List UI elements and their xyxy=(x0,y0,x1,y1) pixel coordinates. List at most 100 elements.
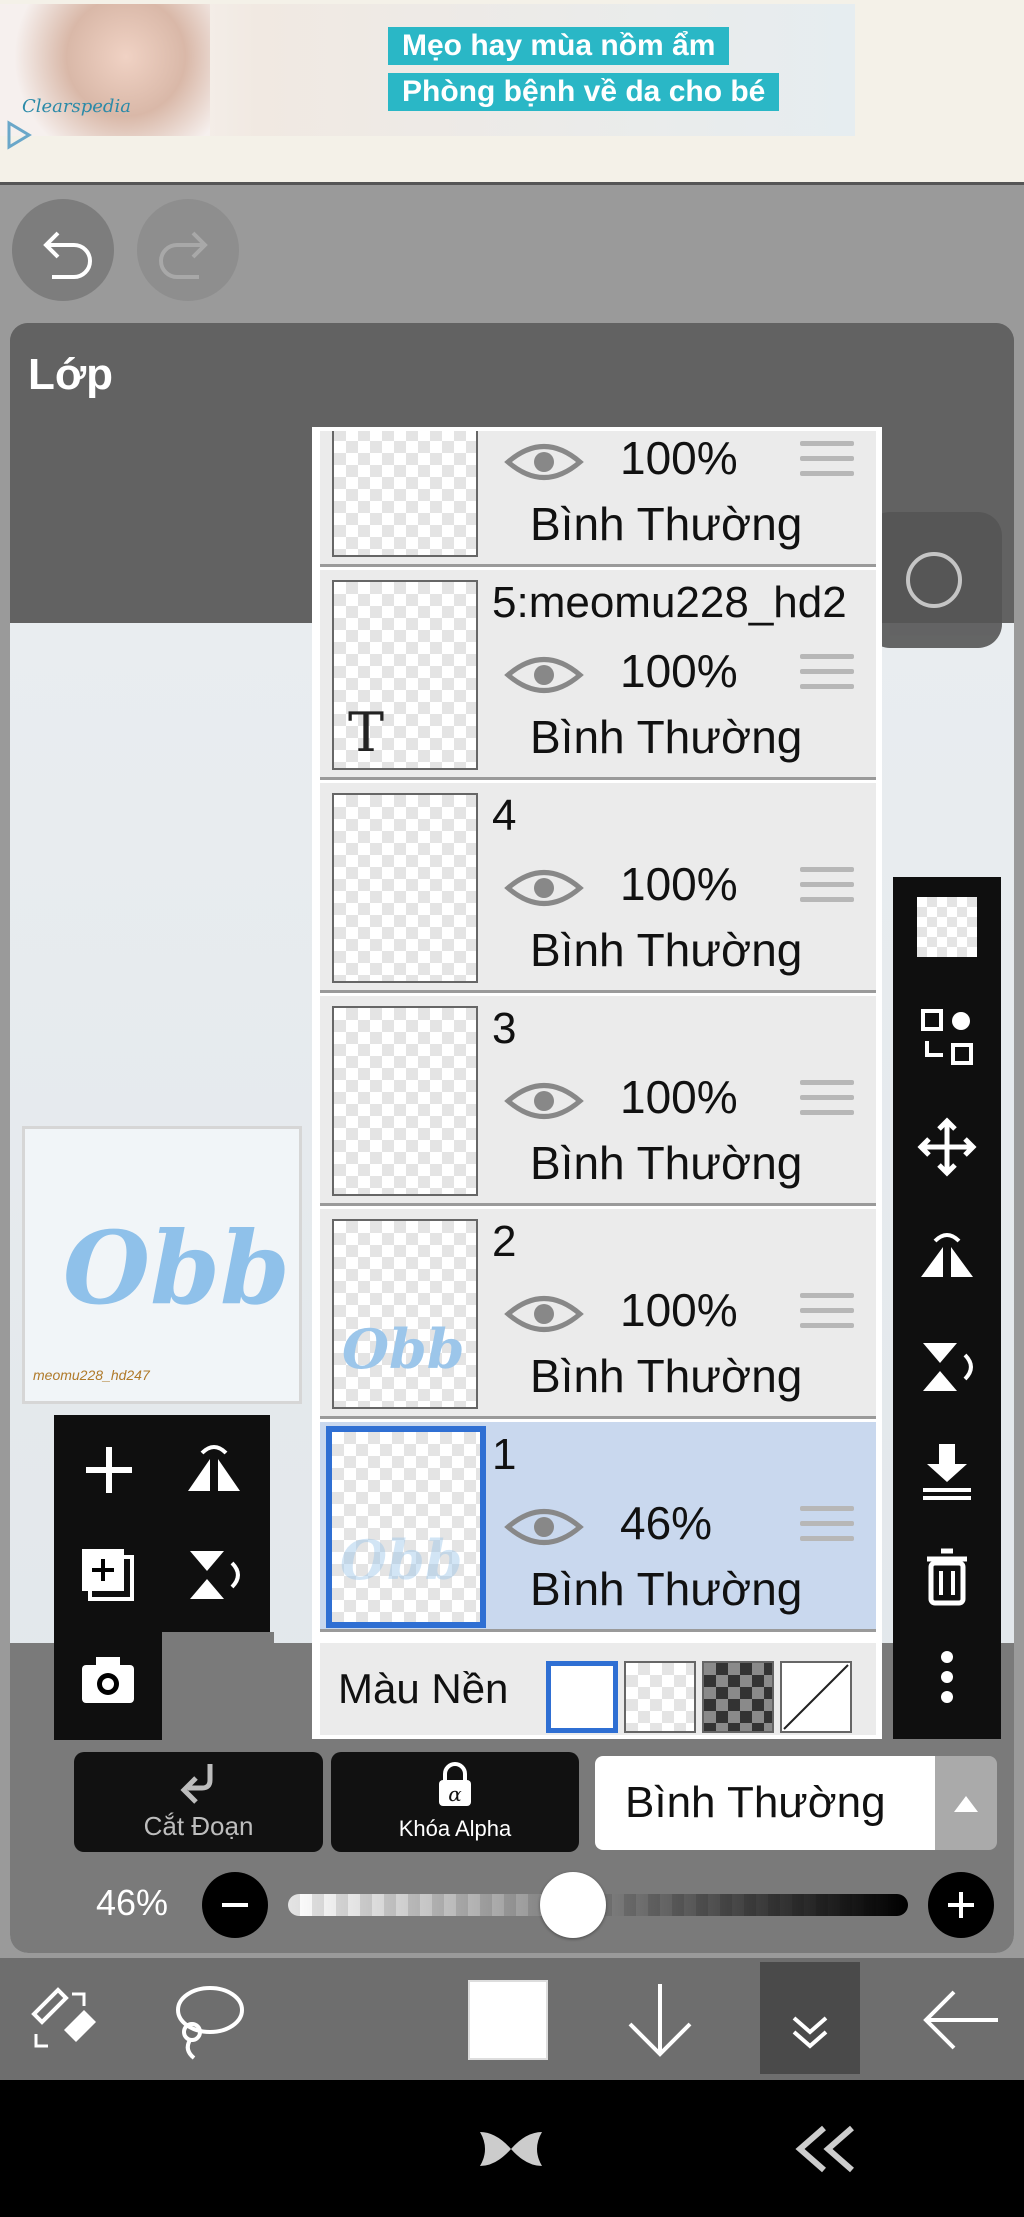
flip-horizontal-icon[interactable] xyxy=(917,1227,977,1287)
layer-name: 1 xyxy=(492,1430,517,1479)
lasso-icon[interactable] xyxy=(168,1978,248,2062)
flip-layer-horizontal-icon[interactable] xyxy=(184,1441,244,1497)
toolbar-gap xyxy=(162,1632,274,1744)
layer-blend-mode: Bình Thường xyxy=(530,1563,803,1615)
blend-mode-dropdown[interactable] xyxy=(935,1756,997,1850)
layer-blend-mode: Bình Thường xyxy=(530,711,803,763)
transparency-icon[interactable] xyxy=(917,897,977,957)
double-chevron-down-icon xyxy=(792,2016,828,2049)
blend-mode-value: Bình Thường xyxy=(625,1778,886,1827)
layer-name: 3 xyxy=(492,1004,517,1053)
arrow-down-icon[interactable] xyxy=(622,1978,698,2062)
minus-icon xyxy=(222,1903,248,1907)
add-layer-icon[interactable] xyxy=(82,1443,136,1497)
opacity-decrease-button[interactable] xyxy=(202,1872,268,1938)
bg-none-swatch[interactable] xyxy=(780,1661,852,1733)
text-layer-icon: T xyxy=(348,701,385,764)
merge-down-icon[interactable] xyxy=(917,1442,977,1502)
layer-opacity: 100% xyxy=(620,432,738,484)
layer-thumbnail-art: Obb xyxy=(340,1528,463,1592)
clipping-label: Cắt Đoạn xyxy=(143,1811,254,1841)
layer-row-4[interactable]: 4 100% Bình Thường xyxy=(320,783,876,993)
canvas-preview[interactable]: Obb meomu228_hd247 xyxy=(22,1126,302,1404)
layer-opacity: 100% xyxy=(620,1284,738,1336)
layer-row-2[interactable]: Obb 2 100% Bình Thường xyxy=(320,1209,876,1419)
flip-vertical-icon[interactable] xyxy=(917,1337,977,1397)
lock-icon: α xyxy=(439,1762,471,1806)
ad-headline[interactable]: Mẹo hay mùa nồm ẩm xyxy=(388,27,730,65)
layer-row-3[interactable]: 3 100% Bình Thường xyxy=(320,996,876,1206)
trash-icon[interactable] xyxy=(917,1547,977,1607)
flip-layer-vertical-icon[interactable] xyxy=(184,1545,244,1605)
redo-button[interactable] xyxy=(137,199,239,301)
undo-button[interactable] xyxy=(12,199,114,301)
layer-blend-mode: Bình Thường xyxy=(530,924,803,976)
drag-handle-icon[interactable] xyxy=(800,1293,854,1337)
layer-name: 5:meomu228_hd2 xyxy=(492,578,847,627)
primary-color-swatch[interactable] xyxy=(468,1980,548,2060)
preview-artwork: Obb xyxy=(63,1209,290,1327)
layer-thumbnail[interactable]: Obb xyxy=(326,1426,486,1628)
brush-eraser-switch-icon[interactable] xyxy=(24,1980,104,2060)
double-chevron-left-icon[interactable] xyxy=(790,2122,860,2176)
opacity-slider-handle[interactable] xyxy=(540,1872,607,1938)
bg-dark-checker-swatch[interactable] xyxy=(702,1661,774,1733)
opacity-value: 46% xyxy=(96,1882,169,1923)
drag-handle-icon[interactable] xyxy=(800,867,854,911)
eye-icon[interactable] xyxy=(504,1289,584,1339)
ad-banner[interactable]: Mẹo hay mùa nồm ẩm Phòng bệnh về da cho … xyxy=(0,0,1024,185)
floating-tool-button[interactable] xyxy=(866,512,1002,648)
system-nav-bar xyxy=(0,2080,1024,2217)
close-bow-icon[interactable] xyxy=(476,2124,546,2174)
eye-icon[interactable] xyxy=(504,1076,584,1126)
background-color-label: Màu Nền xyxy=(338,1665,509,1712)
duplicate-layer-icon[interactable] xyxy=(78,1545,138,1605)
layer-row-1-selected[interactable]: Obb 1 46% Bình Thường xyxy=(320,1422,876,1632)
opacity-increase-button[interactable] xyxy=(928,1872,994,1938)
bg-transparent-swatch[interactable] xyxy=(624,1661,696,1733)
layer-blend-mode: Bình Thường xyxy=(530,1137,803,1189)
layer-blend-mode: Bình Thường xyxy=(530,1350,803,1402)
ad-logo: Clearspedia xyxy=(22,96,131,117)
move-icon[interactable] xyxy=(917,1117,977,1177)
drag-handle-icon[interactable] xyxy=(800,441,854,485)
drag-handle-icon[interactable] xyxy=(800,1080,854,1124)
layer-opacity: 46% xyxy=(620,1497,713,1549)
layer-list[interactable]: 100% Bình Thường T 5:meomu228_hd2 100% B… xyxy=(312,427,882,1739)
bg-white-swatch[interactable] xyxy=(546,1661,618,1733)
panel-title: Lớp xyxy=(28,350,114,399)
circle-icon xyxy=(906,552,962,608)
alpha-lock-button[interactable]: α Khóa Alpha xyxy=(331,1752,579,1852)
layer-toolbar-right xyxy=(893,877,1001,1739)
redo-icon xyxy=(159,231,208,279)
drag-handle-icon[interactable] xyxy=(800,654,854,698)
layer-swap-icon[interactable] xyxy=(917,1007,977,1067)
layer-row-top[interactable]: 100% Bình Thường xyxy=(320,431,876,567)
alpha-lock-label: Khóa Alpha xyxy=(398,1816,512,1841)
svg-text:α: α xyxy=(448,1782,462,1806)
layer-thumbnail[interactable] xyxy=(332,793,478,983)
camera-icon[interactable] xyxy=(78,1653,138,1707)
clipping-button[interactable]: Cắt Đoạn xyxy=(74,1752,323,1852)
layer-opacity: 100% xyxy=(620,645,738,697)
eye-icon[interactable] xyxy=(504,650,584,700)
eye-icon[interactable] xyxy=(504,437,584,487)
layer-thumbnail[interactable]: T xyxy=(332,580,478,770)
drag-handle-icon[interactable] xyxy=(800,1506,854,1550)
layer-thumbnail[interactable] xyxy=(332,431,478,557)
eye-icon[interactable] xyxy=(504,863,584,913)
layer-row-5[interactable]: T 5:meomu228_hd2 100% Bình Thường xyxy=(320,570,876,780)
ad-subheadline[interactable]: Phòng bệnh về da cho bé xyxy=(388,73,780,111)
blend-mode-select[interactable]: Bình Thường xyxy=(595,1756,935,1850)
ad-choices-icon[interactable] xyxy=(6,120,32,150)
layer-thumbnail[interactable] xyxy=(332,1006,478,1196)
slash-icon xyxy=(783,1664,849,1730)
layer-blend-mode: Bình Thường xyxy=(530,498,803,550)
more-options-icon[interactable] xyxy=(917,1647,977,1707)
eye-icon[interactable] xyxy=(504,1502,584,1552)
back-arrow-icon[interactable] xyxy=(918,1984,1004,2056)
layer-opacity: 100% xyxy=(620,858,738,910)
triangle-up-icon xyxy=(954,1796,978,1812)
layer-name: 2 xyxy=(492,1217,517,1266)
layer-thumbnail[interactable]: Obb xyxy=(332,1219,478,1409)
